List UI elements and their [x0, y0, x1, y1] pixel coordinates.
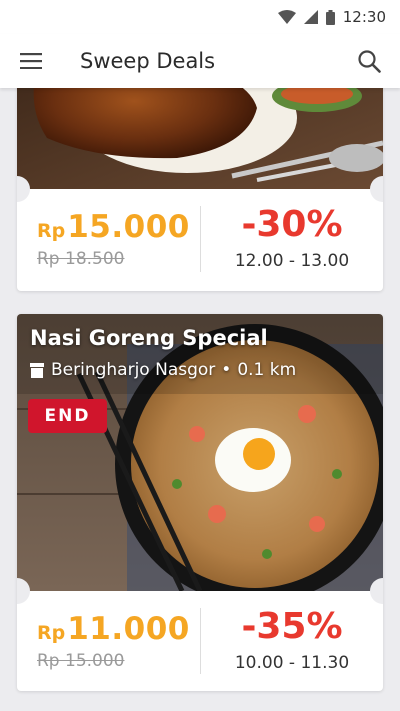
status-badge: END [28, 399, 107, 433]
discount-label: -30% [241, 204, 343, 245]
price-amount: 11.000 [67, 611, 190, 647]
status-time: 12:30 [342, 8, 386, 26]
distance: 0.1 km [237, 360, 297, 380]
fried-rice-photo: Nasi Goreng Special Beringharjo Nasgor •… [17, 314, 383, 591]
deal-title: Nasi Goreng Special [30, 326, 268, 350]
price-row: Rp 15.000 Rp 18.500 -30% 12.00 - 13.00 [17, 189, 383, 289]
merchant-info: Beringharjo Nasgor • 0.1 km [29, 360, 296, 380]
deal-price: Rp 15.000 [37, 209, 200, 245]
battery-icon [325, 9, 335, 25]
hamburger-menu-icon [20, 53, 42, 69]
separator-dot: • [221, 360, 232, 380]
menu-button[interactable] [0, 34, 62, 88]
store-icon [30, 362, 44, 378]
wifi-icon [277, 10, 296, 24]
app-bar: Sweep Deals [0, 34, 400, 88]
status-bar: 12:30 [0, 0, 400, 34]
deals-feed[interactable]: Rp 15.000 Rp 18.500 -30% 12.00 - 13.00 N… [0, 88, 400, 711]
search-icon [358, 50, 381, 73]
price-row: Rp 11.000 Rp 15.000 -35% 10.00 - 11.30 [17, 591, 383, 691]
grilled-chicken-photo [17, 88, 383, 189]
deal-hours: 10.00 - 11.30 [234, 653, 350, 673]
price-amount: 15.000 [67, 209, 190, 245]
deal-price: Rp 11.000 [37, 611, 200, 647]
page-title: Sweep Deals [80, 49, 216, 73]
original-price: Rp 18.500 [37, 249, 125, 269]
deal-card[interactable]: Nasi Goreng Special Beringharjo Nasgor •… [17, 314, 383, 691]
signal-icon [303, 10, 318, 24]
merchant-name: Beringharjo Nasgor [51, 360, 216, 380]
search-button[interactable] [338, 34, 400, 88]
discount-label: -35% [241, 606, 343, 647]
deal-card[interactable]: Rp 15.000 Rp 18.500 -30% 12.00 - 13.00 [17, 88, 383, 291]
original-price: Rp 15.000 [37, 651, 125, 671]
currency-label: Rp [37, 220, 66, 242]
currency-label: Rp [37, 622, 66, 644]
deal-hours: 12.00 - 13.00 [234, 251, 350, 271]
